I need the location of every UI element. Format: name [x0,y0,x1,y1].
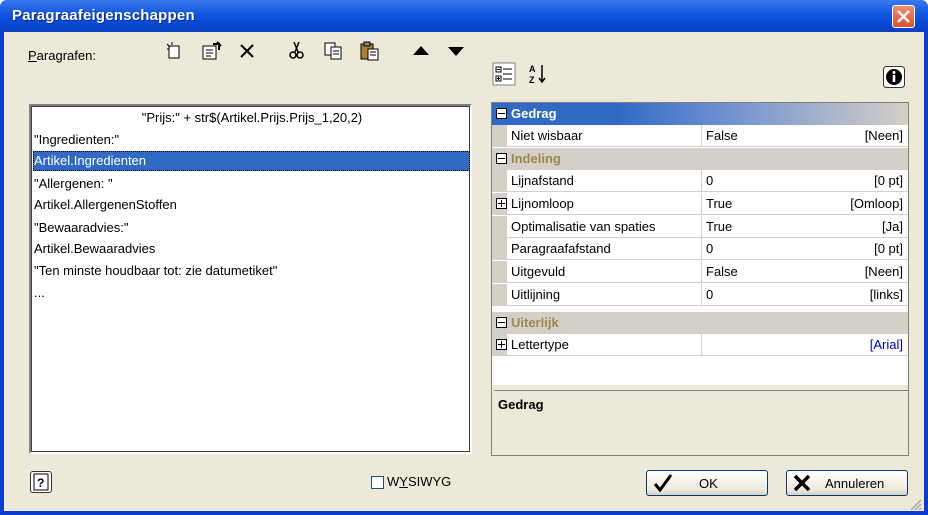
info-icon[interactable] [883,66,905,88]
properties-icon[interactable] [201,40,223,62]
list-item[interactable]: "Allergenen: " [33,174,470,194]
close-icon [897,10,910,23]
cancel-button[interactable]: Annuleren [786,470,908,496]
wysiwyg-label[interactable]: WYSIWYG [387,474,451,489]
expand-icon[interactable] [496,339,507,350]
list-item[interactable]: "Ingredienten:" [33,130,470,150]
close-button[interactable] [892,5,915,28]
move-down-icon[interactable] [445,40,467,62]
copy-icon[interactable] [323,40,345,62]
resize-grip-icon[interactable] [908,497,922,511]
property-row[interactable]: Optimalisatie van spaties True [Ja] [492,216,908,238]
ok-button[interactable]: OK [646,470,768,496]
property-row[interactable]: Lijnomloop True [Omloop] [492,193,908,215]
delete-icon[interactable] [237,40,259,62]
collapse-icon[interactable] [496,153,507,164]
help-icon: ? [33,473,49,491]
property-grid[interactable]: Gedrag Niet wisbaar False [Neen] Indelin… [491,102,909,456]
paste-icon[interactable] [359,40,381,62]
category-gedrag[interactable]: Gedrag [492,103,908,125]
collapse-icon[interactable] [496,317,507,328]
cut-icon[interactable] [286,40,308,62]
expand-icon[interactable] [496,198,507,209]
category-uiterlijk[interactable]: Uiterlijk [492,312,908,334]
property-grid-body: Gedrag Niet wisbaar False [Neen] Indelin… [492,103,908,385]
checkmark-icon [653,474,673,493]
alphabetical-sort-icon[interactable]: AZ [527,62,551,86]
window-title: Paragraafeigenschappen [12,7,195,24]
property-row[interactable]: Lettertype [Arial] [492,334,908,356]
list-item[interactable]: Artikel.AllergenenStoffen [33,195,470,215]
dialog-window: Paragraafeigenschappen Paragrafen: "Prij… [0,0,928,515]
wysiwyg-checkbox[interactable] [371,476,384,489]
list-item[interactable]: Artikel.Bewaaradvies [33,239,470,259]
svg-text:Z: Z [529,75,535,85]
categorized-view-icon[interactable] [492,62,516,86]
property-row[interactable]: Uitlijning 0 [links] [492,284,908,306]
move-up-icon[interactable] [410,40,432,62]
category-indeling[interactable]: Indeling [492,148,908,170]
svg-text:A: A [529,64,536,74]
property-row[interactable]: Niet wisbaar False [Neen] [492,125,908,147]
paragraphs-label: Paragrafen: [28,48,96,63]
property-description: Gedrag [494,390,908,456]
collapse-icon[interactable] [496,108,507,119]
list-item-selected[interactable]: Artikel.Ingredienten [33,151,470,171]
list-item[interactable]: "Prijs:" + str$(Artikel.Prijs.Prijs_1,20… [33,108,470,128]
svg-text:?: ? [37,476,44,490]
paragraph-list[interactable]: "Prijs:" + str$(Artikel.Prijs.Prijs_1,20… [29,104,472,454]
property-row[interactable]: Uitgevuld False [Neen] [492,261,908,283]
list-item[interactable]: ... [33,283,470,303]
description-title: Gedrag [498,397,544,412]
property-row[interactable]: Paragraafafstand 0 [0 pt] [492,238,908,260]
list-item[interactable]: "Bewaaradvies:" [33,218,470,238]
new-paragraph-icon[interactable] [164,40,186,62]
help-button[interactable]: ? [30,471,52,493]
property-row[interactable]: Lijnafstand 0 [0 pt] [492,170,908,192]
title-bar[interactable]: Paragraafeigenschappen [0,0,928,32]
list-item[interactable]: "Ten minste houdbaar tot: zie datumetike… [33,261,470,281]
cancel-x-icon [793,474,811,492]
